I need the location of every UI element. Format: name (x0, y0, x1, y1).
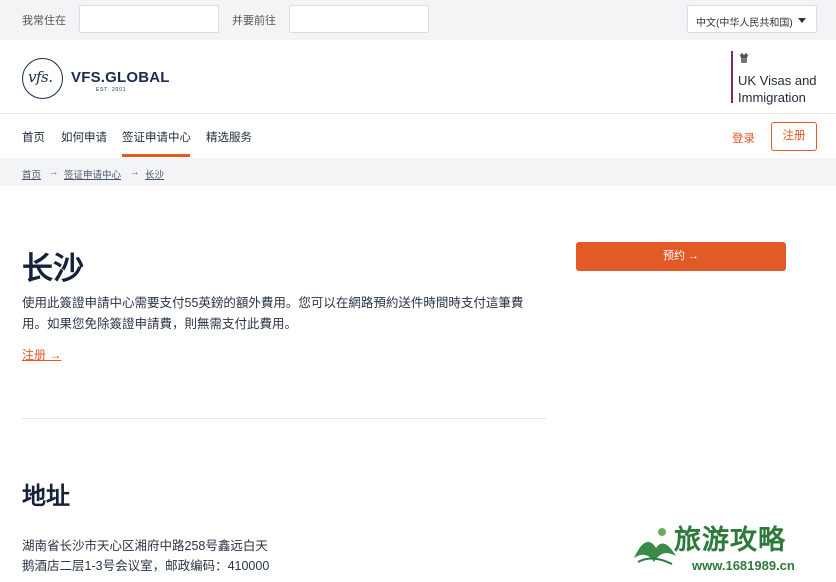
breadcrumb-separator: → (130, 167, 140, 178)
main-nav: 首页 如何申请 签证申请中心 精选服务 登录 注册 (0, 114, 836, 158)
login-link[interactable]: 登录 (732, 130, 755, 146)
section-divider (22, 418, 546, 419)
uk-logo-line2: Immigration (738, 90, 806, 105)
chevron-down-icon (798, 18, 806, 23)
residence-select[interactable] (79, 5, 219, 33)
address-heading: 地址 (22, 483, 70, 510)
address-line-1: 湖南省长沙市天心区湘府中路258号鑫远白天 (22, 539, 268, 553)
language-value: 中文(中华人民共和国) (696, 18, 793, 29)
top-utility-bar: 我常住在 并要前往 中文(中华人民共和国) (0, 0, 836, 40)
uk-logo-line1: UK Visas and (738, 73, 817, 88)
register-link[interactable]: 注册 → (22, 346, 61, 363)
site-header: vfs. VFS.GLOBAL EST. 2001 UK Visas and I… (0, 40, 836, 114)
breadcrumb-home[interactable]: 首页 (22, 167, 41, 181)
nav-item-visa-centres[interactable]: 签证申请中心 (122, 129, 191, 145)
nav-item-how-to-apply[interactable]: 如何申请 (61, 129, 107, 145)
watermark: 旅游攻略 www.1681989.cn (632, 514, 832, 582)
royal-crest-icon (740, 53, 748, 63)
language-select[interactable]: 中文(中华人民共和国) (687, 5, 817, 33)
uk-logo-bar (731, 51, 733, 103)
active-tab-indicator (122, 154, 190, 157)
register-button[interactable]: 注册 (771, 122, 817, 151)
address-line-2: 鹅酒店二层1-3号会议室，邮政编码：410000 (22, 559, 270, 573)
nav-item-home[interactable]: 首页 (22, 129, 45, 145)
watermark-url: www.1681989.cn (692, 558, 795, 573)
vfs-est-label: EST. 2001 (96, 87, 127, 93)
vfs-logo-mark[interactable]: vfs. (22, 58, 63, 99)
destination-label: 并要前往 (232, 15, 276, 27)
breadcrumb-visa-centres[interactable]: 签证申请中心 (64, 167, 121, 181)
page-title: 长沙 (22, 251, 84, 286)
breadcrumb-separator: → (49, 167, 59, 178)
nav-item-services[interactable]: 精选服务 (206, 129, 252, 145)
vfs-brand-name: VFS.GLOBAL (71, 69, 170, 86)
watermark-text: 旅游攻略 (674, 525, 786, 556)
watermark-landscape-icon (634, 528, 676, 565)
vfs-logo-initials: vfs. (28, 68, 53, 86)
address-text: 湖南省长沙市天心区湘府中路258号鑫远白天 鹅酒店二层1-3号会议室，邮政编码：… (22, 536, 292, 576)
uk-visas-logo-text[interactable]: UK Visas and Immigration (738, 72, 817, 106)
book-appointment-button[interactable]: 预约 → (576, 242, 786, 271)
residence-label: 我常住在 (22, 15, 66, 27)
breadcrumb: 首页 → 签证申请中心 → 长沙 (0, 158, 836, 186)
destination-select[interactable] (289, 5, 429, 33)
fee-description: 使用此簽證申請中心需要支付55英鎊的額外費用。您可以在網路預約送件時間時支付這筆… (22, 296, 524, 331)
breadcrumb-current[interactable]: 长沙 (145, 167, 164, 181)
